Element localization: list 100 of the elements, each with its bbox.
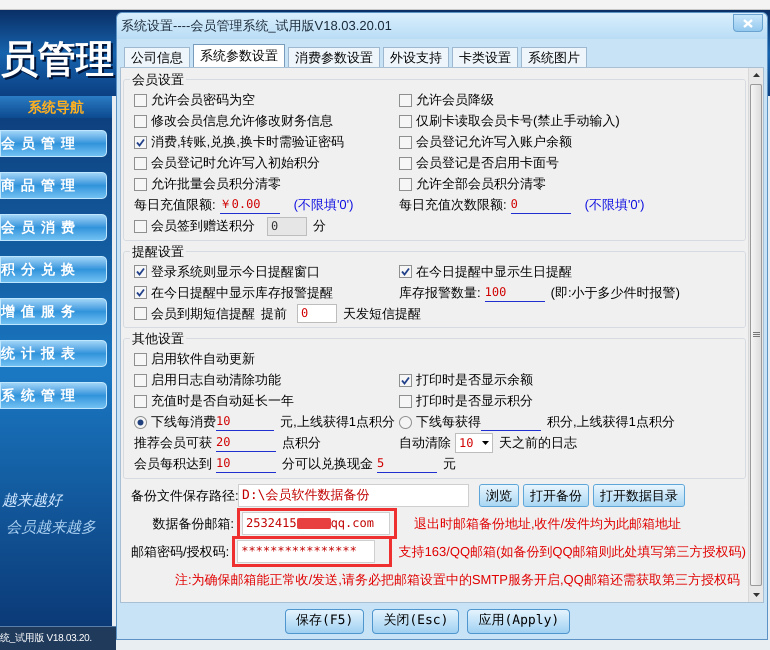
checkbox[interactable]: 允许全部会员积分清零 bbox=[399, 174, 546, 194]
checkbox[interactable]: 会员登记时允许写入初始积分 bbox=[134, 153, 320, 173]
field-label: 推荐会员可获 bbox=[134, 434, 212, 452]
input-field[interactable]: 20 bbox=[216, 434, 276, 452]
checkbox[interactable]: 打印时是否显示积分 bbox=[399, 391, 533, 411]
checkbox[interactable]: 登录系统则显示今日提醒窗口 bbox=[134, 262, 320, 282]
action-button[interactable]: 打开数据目录 bbox=[593, 484, 685, 507]
checkbox[interactable]: 消费,转账,兑换,换卡时需验证密码 bbox=[134, 132, 344, 152]
tab[interactable]: 外设支持 bbox=[383, 47, 449, 67]
caret-icon bbox=[482, 441, 489, 445]
checkbox[interactable]: 允许会员密码为空 bbox=[134, 90, 255, 110]
checkbox-checked-icon bbox=[134, 136, 147, 148]
checkbox[interactable]: 会员登记允许写入账户余额 bbox=[399, 132, 572, 152]
field-label: 库存报警数量: bbox=[399, 284, 481, 302]
checkbox-checked-icon bbox=[134, 265, 147, 278]
checkbox-empty-icon bbox=[399, 156, 412, 170]
checkbox-empty-icon bbox=[134, 94, 147, 106]
checkbox[interactable]: 允许会员降级 bbox=[399, 90, 494, 110]
checkbox-empty-icon bbox=[134, 178, 147, 190]
checkbox[interactable]: 在今日提醒中显示库存报警提醒 bbox=[134, 282, 333, 302]
dropdown[interactable]: 10 bbox=[455, 433, 493, 453]
checkbox-empty-icon bbox=[134, 352, 147, 366]
checkbox-empty-icon bbox=[134, 220, 147, 232]
input-field[interactable]: 10 bbox=[216, 455, 276, 473]
input-field[interactable]: 100 bbox=[484, 284, 545, 302]
field-label: 天发短信提醒 bbox=[343, 304, 421, 323]
input-field[interactable]: 2532415 qq.com bbox=[242, 512, 390, 535]
status-text: 统_试用版 V18.03.20. bbox=[0, 626, 116, 650]
action-button[interactable]: 打开备份 bbox=[523, 484, 589, 507]
tab[interactable]: 系统图片 bbox=[521, 47, 587, 67]
group-title: 会员设置 bbox=[131, 71, 185, 89]
checkbox-empty-icon bbox=[399, 178, 412, 190]
close-button[interactable] bbox=[733, 14, 763, 32]
field-label: 点积分 bbox=[282, 434, 321, 452]
dialog-button[interactable]: 应用(Apply) bbox=[467, 608, 570, 634]
tab[interactable]: 卡类设置 bbox=[452, 47, 518, 67]
close-icon bbox=[743, 18, 753, 28]
checkbox[interactable]: 仅刷卡读取会员卡号(禁止手动输入) bbox=[399, 111, 620, 131]
dialog-button[interactable]: 保存(F5) bbox=[285, 608, 364, 634]
checkbox[interactable]: 修改会员信息允许修改财务信息 bbox=[134, 111, 333, 131]
input-field[interactable]: 0 bbox=[510, 196, 571, 214]
tab[interactable]: 消费参数设置 bbox=[288, 47, 380, 67]
redaction-mark bbox=[296, 518, 331, 529]
checkbox-empty-icon bbox=[134, 394, 147, 408]
checkbox-checked-icon bbox=[399, 374, 412, 386]
input-field[interactable]: 5 bbox=[377, 455, 437, 473]
slogan-text: 越来越好 bbox=[2, 490, 64, 511]
path-field[interactable]: D:\会员软件数据备份 bbox=[238, 484, 469, 507]
group-title: 提醒设置 bbox=[131, 242, 185, 260]
checkbox[interactable]: 会员登记是否启用卡面号 bbox=[399, 153, 559, 173]
checkbox-empty-icon bbox=[134, 307, 147, 320]
input-field[interactable]: 10 bbox=[216, 413, 274, 431]
tab[interactable]: 系统参数设置 bbox=[193, 44, 285, 67]
checkbox[interactable]: 启用日志自动清除功能 bbox=[134, 370, 281, 390]
field-label: 元,上线获得1点积分 bbox=[280, 413, 395, 432]
field-label: (即:小于多少件时报警) bbox=[550, 284, 680, 302]
note-text: 注:为确保邮箱能正常收/发送,请务必把邮箱设置中的SMTP服务开启,QQ邮箱还需获取第三方授权码 bbox=[174, 570, 741, 588]
checkbox-empty-icon bbox=[399, 114, 412, 128]
note-text: 支持163/QQ邮箱(如备份到QQ邮箱则此处填写第三方授权码) bbox=[398, 542, 746, 561]
checkbox-checked-icon bbox=[399, 265, 412, 278]
checkbox-empty-icon bbox=[399, 136, 412, 148]
group-title: 其他设置 bbox=[131, 330, 185, 348]
nav-title: 系统导航 bbox=[0, 96, 112, 118]
slogan-text: 会员越来越多 bbox=[5, 516, 97, 538]
checkbox[interactable]: 会员到期短信提醒 bbox=[134, 304, 255, 324]
checkbox[interactable]: 允许批量会员积分清零 bbox=[134, 174, 281, 194]
field-label: 提前 bbox=[261, 304, 287, 323]
input-field[interactable]: 0 bbox=[297, 304, 337, 323]
checkbox-empty-icon bbox=[134, 156, 147, 170]
checkbox[interactable]: 会员签到赠送积分 bbox=[134, 216, 255, 236]
radio-button[interactable]: 下线每获得 bbox=[399, 412, 481, 432]
tab[interactable]: 公司信息 bbox=[124, 47, 190, 67]
action-button[interactable]: 浏览 bbox=[479, 484, 519, 507]
field-label: 元 bbox=[443, 455, 456, 474]
scrollbar[interactable] bbox=[748, 68, 763, 602]
hint-text: (不限填'0') bbox=[294, 196, 354, 214]
scroll-thumb[interactable] bbox=[750, 84, 762, 586]
input-field[interactable]: **************** bbox=[237, 540, 375, 563]
field-label: 分可以兑换现金 bbox=[282, 455, 373, 474]
radio-selected-icon bbox=[134, 416, 147, 428]
checkbox[interactable]: 在今日提醒中显示生日提醒 bbox=[399, 262, 572, 282]
checkbox-empty-icon bbox=[399, 394, 412, 408]
field-label: 每日充值限额: bbox=[134, 196, 216, 214]
field-label: 自动清除 bbox=[399, 434, 451, 452]
checkbox[interactable]: 启用软件自动更新 bbox=[134, 349, 255, 369]
header-title: 员管理 bbox=[0, 38, 114, 79]
checkbox-checked-icon bbox=[134, 286, 147, 299]
field-label: 会员每积达到 bbox=[134, 455, 212, 474]
radio-empty-icon bbox=[399, 416, 412, 428]
field-label: 数据备份邮箱: bbox=[151, 514, 234, 533]
checkbox-empty-icon bbox=[134, 374, 147, 386]
field-label: 分 bbox=[313, 217, 326, 236]
input-field[interactable]: ￥0.00 bbox=[220, 196, 280, 214]
dialog-button[interactable]: 关闭(Esc) bbox=[372, 608, 460, 634]
grip-icon bbox=[752, 332, 760, 338]
checkbox-empty-icon bbox=[134, 114, 147, 128]
checkbox[interactable]: 充值时是否自动延长一年 bbox=[134, 391, 294, 411]
radio-button[interactable]: 下线每消费 bbox=[134, 412, 216, 432]
hint-text: (不限填'0') bbox=[584, 196, 644, 214]
checkbox[interactable]: 打印时是否显示余额 bbox=[399, 370, 533, 390]
